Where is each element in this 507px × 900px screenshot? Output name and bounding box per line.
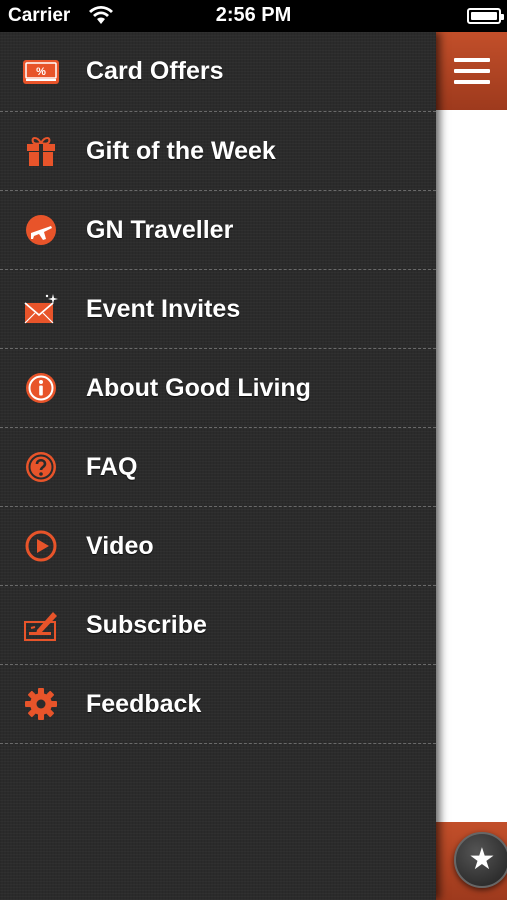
menu-button[interactable] (436, 32, 507, 110)
info-icon (22, 369, 60, 407)
menu-item-gn-traveller[interactable]: GN Traveller (0, 191, 436, 270)
play-icon (22, 527, 60, 565)
envelope-icon (22, 290, 60, 328)
menu-item-label: Feedback (86, 689, 202, 718)
gift-icon (22, 132, 60, 170)
plane-icon (22, 211, 60, 249)
hamburger-icon (453, 58, 490, 62)
svg-text:%: % (36, 66, 46, 78)
menu-item-label: Card Offers (86, 57, 224, 85)
subscribe-icon (22, 606, 60, 644)
menu-item-video[interactable]: Video (0, 507, 436, 586)
menu-item-about-good-living[interactable]: About Good Living (0, 349, 436, 428)
menu-item-label: Event Invites (86, 294, 241, 323)
gear-icon (22, 685, 60, 723)
card-offers-icon: % (22, 53, 60, 91)
menu-item-label: About Good Living (86, 373, 311, 402)
menu-item-faq[interactable]: FAQ (0, 428, 436, 507)
favorite-button[interactable]: ★ (454, 832, 507, 888)
menu-item-label: Gift of the Week (86, 136, 276, 165)
menu-item-subscribe[interactable]: Subscribe (0, 586, 436, 665)
menu-item-gift-of-the-week[interactable]: Gift of the Week (0, 112, 436, 191)
menu-item-feedback[interactable]: Feedback (0, 665, 436, 744)
status-bar: Carrier 2:56 PM (0, 0, 507, 32)
menu-item-label: Subscribe (86, 610, 207, 639)
menu-item-label: GN Traveller (86, 215, 234, 244)
clock: 2:56 PM (215, 4, 292, 26)
menu-item-event-invites[interactable]: Event Invites (0, 270, 436, 349)
battery-icon (467, 8, 504, 24)
side-drawer: % Card Offers Gift of the Week GN Travel… (0, 32, 436, 900)
menu-item-label: FAQ (86, 452, 138, 481)
bottom-bar: ★ (436, 822, 507, 900)
menu-item-card-offers[interactable]: % Card Offers (0, 32, 436, 112)
question-icon (22, 448, 60, 486)
menu-list: % Card Offers Gift of the Week GN Travel… (0, 32, 436, 744)
star-icon: ★ (468, 843, 496, 876)
main-content-peek: ★ (436, 32, 507, 900)
menu-item-label: Video (86, 531, 154, 560)
